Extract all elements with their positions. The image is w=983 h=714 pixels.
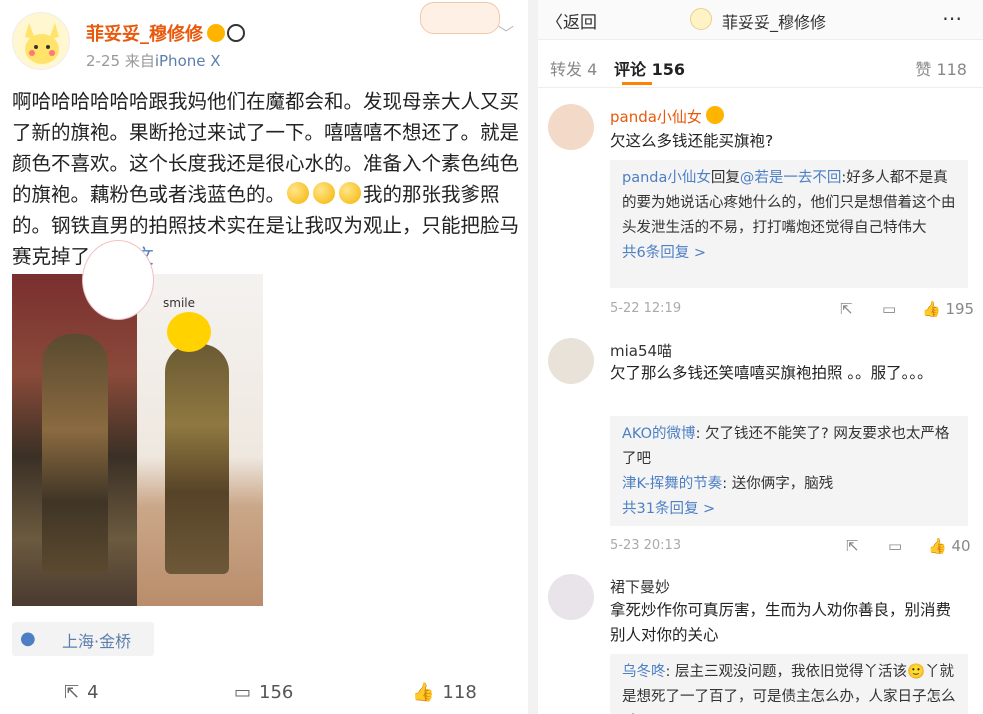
commenter-avatar[interactable] — [548, 574, 594, 620]
share-icon[interactable]: ⇱ — [846, 537, 859, 555]
comment-text: 欠这么多钱还能买旗袍? — [610, 132, 774, 150]
comment-text: 拿死炒作你可真厉害，生而为人劝你善良，别消费别人对你的关心 — [610, 601, 952, 644]
post-meta: 2-25 来自iPhone X — [86, 52, 221, 70]
person-figure — [165, 344, 229, 574]
repost-button[interactable]: ⇱ 4 — [64, 682, 99, 703]
more-icon[interactable]: ⋯ — [942, 6, 964, 30]
post-actions: ⇱ 4 ▭ 156 👍 118 — [0, 672, 528, 714]
decoration-badge — [420, 2, 500, 34]
commenter-avatar[interactable] — [548, 104, 594, 150]
panel-divider — [528, 0, 538, 714]
thumb-up-icon: 👍 — [922, 300, 941, 318]
author-name[interactable]: 菲妥妥_穆修修 — [86, 20, 245, 46]
title-avatar — [690, 8, 712, 30]
bunny-sticker — [82, 240, 154, 320]
reply-box[interactable]: AKO的微博: 欠了钱还不能笑了? 网友要求也太严格了吧 津K-挥舞的节奏: 送… — [610, 416, 968, 526]
like-button[interactable]: 👍 118 — [412, 682, 477, 703]
tab-bar: 转发 4 评论 156 赞 118 — [538, 42, 983, 88]
panda-icon — [227, 24, 245, 42]
commenter-avatar[interactable] — [548, 338, 594, 384]
share-icon: ⇱ — [64, 682, 80, 703]
active-tab-indicator — [622, 82, 652, 85]
smile-emoji-icon — [339, 182, 362, 204]
smile-emoji-icon — [287, 182, 310, 204]
nav-title: 菲妥妥_穆修修 — [722, 13, 827, 32]
like-button[interactable]: 👍 195 — [922, 300, 974, 318]
smile-emoji-icon — [313, 182, 336, 204]
tab-like[interactable]: 赞 118 — [915, 56, 967, 80]
commenter-name[interactable]: mia54喵 — [610, 340, 672, 361]
reply-box[interactable]: panda小仙女回复@若是一去不回:好多人都不是真的要为她说话心疼她什么的，他们… — [610, 160, 968, 288]
tab-repost[interactable]: 转发 4 — [550, 56, 597, 80]
location-pin-icon: ● — [20, 628, 36, 649]
back-button[interactable]: 〈返回 — [546, 8, 597, 33]
like-button[interactable]: 👍 40 — [928, 537, 971, 555]
post-photo-1[interactable] — [12, 274, 138, 606]
more-replies-link[interactable]: 共6条回复 > — [622, 245, 706, 261]
chevron-down-icon[interactable]: ﹀ — [498, 20, 514, 44]
smile-sticker — [167, 312, 211, 352]
more-replies-link[interactable]: 共31条回复 > — [622, 501, 715, 517]
commenter-name[interactable]: 裙下曼妙 — [610, 576, 670, 597]
share-icon[interactable]: ⇱ — [840, 300, 853, 318]
comment-icon[interactable]: ▭ — [882, 300, 896, 318]
thumb-up-icon: 👍 — [412, 682, 435, 703]
reply-box[interactable]: 乌冬咚: 层主三观没问题，我依旧觉得丫活该🙂丫就是想死了一了百了，可是债主怎么办… — [610, 654, 968, 714]
emoji-icon — [207, 24, 225, 42]
comment-icon: ▭ — [234, 682, 252, 703]
tab-comment[interactable]: 评论 156 — [614, 56, 685, 80]
chevron-left-icon: 〈 — [546, 13, 563, 33]
comment-text: 欠了那么多钱还笑嘻嘻买旗袍拍照 。。服了。。。 — [610, 364, 933, 382]
smile-sticker-text: smile — [163, 296, 195, 310]
commenter-name[interactable]: panda小仙女 — [610, 106, 724, 127]
author-avatar[interactable] — [12, 12, 70, 70]
location-tag[interactable]: ● 上海·金桥 — [12, 622, 154, 656]
post-photo-2[interactable]: smile — [137, 274, 263, 606]
person-figure — [42, 334, 108, 574]
comment-time: 5-22 12:19 — [610, 301, 682, 316]
emoji-icon — [705, 106, 724, 124]
nav-bar: 〈返回 菲妥妥_穆修修 ⋯ — [538, 0, 983, 40]
post-panel: 菲妥妥_穆修修 2-25 来自iPhone X ﹀ 啊哈哈哈哈哈哈跟我妈他们在魔… — [0, 0, 528, 714]
comment-icon[interactable]: ▭ — [888, 537, 902, 555]
post-text: 啊哈哈哈哈哈哈跟我妈他们在魔都会和。发现母亲大人又买了新的旗袍。果断抢过来试了一… — [12, 90, 520, 268]
comments-panel: 〈返回 菲妥妥_穆修修 ⋯ 转发 4 评论 156 赞 118 panda小仙女… — [538, 0, 983, 714]
comment-time: 5-23 20:13 — [610, 538, 682, 553]
comment-button[interactable]: ▭ 156 — [234, 682, 293, 703]
thumb-up-icon: 👍 — [928, 537, 947, 555]
